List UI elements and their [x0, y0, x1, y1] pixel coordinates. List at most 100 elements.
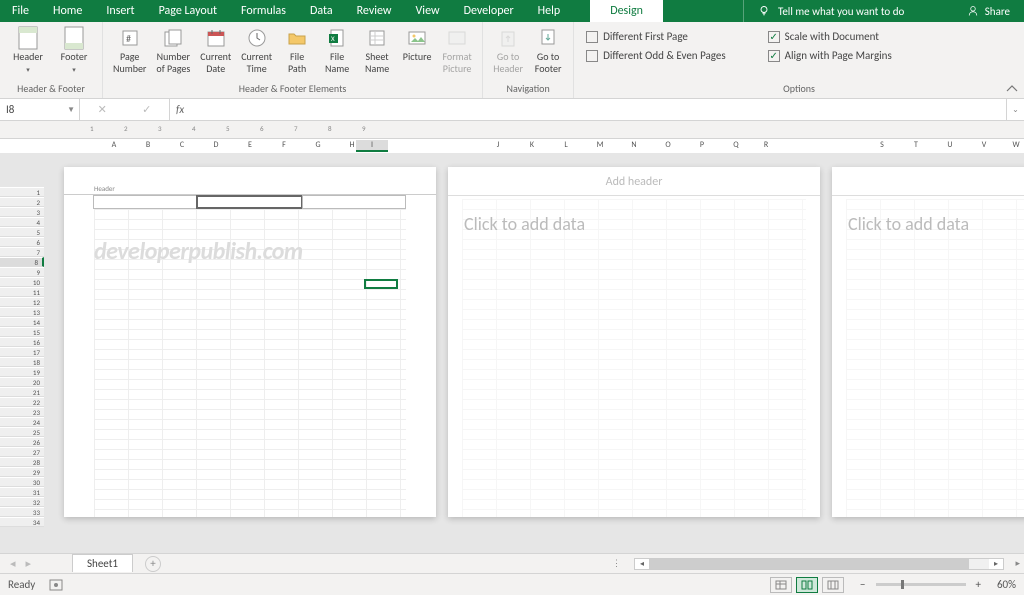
header-center[interactable] — [196, 195, 302, 209]
zoom-in-button[interactable]: + — [976, 578, 981, 591]
col-header-V[interactable]: V — [968, 140, 1000, 150]
tab-data[interactable]: Data — [298, 0, 345, 22]
diff-odd-even-checkbox[interactable]: Different Odd & Even Pages — [580, 46, 732, 65]
page-number-button[interactable]: #Page Number — [109, 24, 150, 80]
picture-button[interactable]: Picture — [398, 24, 436, 80]
tell-me-search[interactable]: Tell me what you want to do — [743, 0, 953, 22]
row-header-9[interactable]: 9 — [0, 267, 44, 277]
tab-page-layout[interactable]: Page Layout — [147, 0, 229, 22]
scale-with-doc-checkbox[interactable]: ✓Scale with Document — [762, 27, 898, 46]
tab-home[interactable]: Home — [41, 0, 94, 22]
align-margins-checkbox[interactable]: ✓Align with Page Margins — [762, 46, 898, 65]
col-header-N[interactable]: N — [618, 140, 650, 150]
enter-icon[interactable]: ✓ — [142, 103, 151, 116]
row-header-21[interactable]: 21 — [0, 387, 44, 397]
col-header-B[interactable]: B — [132, 140, 164, 150]
scroll-thumb[interactable] — [649, 559, 969, 569]
col-header-Q[interactable]: Q — [720, 140, 752, 150]
page-2[interactable]: Add header Click to add data — [448, 167, 820, 517]
row-header-16[interactable]: 16 — [0, 337, 44, 347]
row-header-8[interactable]: 8 — [0, 257, 44, 267]
fx-label[interactable]: fx — [170, 99, 190, 120]
add-header-placeholder[interactable]: Add — [832, 167, 1024, 195]
row-header-15[interactable]: 15 — [0, 327, 44, 337]
add-header-placeholder[interactable]: Add header — [448, 167, 820, 195]
sheet-tab-1[interactable]: Sheet1 — [72, 554, 133, 572]
next-sheet-icon[interactable]: ▸ — [26, 557, 32, 570]
tab-view[interactable]: View — [404, 0, 452, 22]
current-time-button[interactable]: Current Time — [237, 24, 276, 80]
header-right[interactable] — [302, 195, 406, 209]
row-header-30[interactable]: 30 — [0, 477, 44, 487]
header-sections[interactable] — [64, 195, 436, 209]
col-header-F[interactable]: F — [268, 140, 300, 150]
cell-grid[interactable] — [462, 199, 806, 517]
col-header-I[interactable]: I — [356, 140, 388, 152]
goto-footer-button[interactable]: Go to Footer — [529, 24, 567, 80]
row-header-20[interactable]: 20 — [0, 377, 44, 387]
row-header-18[interactable]: 18 — [0, 357, 44, 367]
col-header-P[interactable]: P — [686, 140, 718, 150]
share-button[interactable]: Share — [953, 0, 1024, 22]
header-left[interactable] — [93, 195, 197, 209]
add-data-placeholder[interactable]: Click to add data — [448, 201, 585, 235]
col-header-L[interactable]: L — [550, 140, 582, 150]
page-break-view-button[interactable] — [822, 577, 844, 593]
page-1[interactable]: Header developerpublish.com — [64, 167, 436, 517]
zoom-level[interactable]: 60% — [997, 578, 1016, 591]
col-header-S[interactable]: S — [866, 140, 898, 150]
tab-design[interactable]: Design — [590, 0, 663, 22]
number-of-pages-button[interactable]: Number of Pages — [152, 24, 194, 80]
name-box[interactable]: I8 ▼ — [0, 99, 80, 120]
page-3[interactable]: Add Click to add data — [832, 167, 1024, 517]
row-header-23[interactable]: 23 — [0, 407, 44, 417]
sheet-nav-arrows[interactable]: ◂ ▸ — [0, 557, 72, 570]
row-header-28[interactable]: 28 — [0, 457, 44, 467]
row-header-4[interactable]: 4 — [0, 217, 44, 227]
row-header-6[interactable]: 6 — [0, 237, 44, 247]
tab-formulas[interactable]: Formulas — [229, 0, 298, 22]
row-header-5[interactable]: 5 — [0, 227, 44, 237]
current-date-button[interactable]: Current Date — [196, 24, 235, 80]
row-header-34[interactable]: 34 — [0, 517, 44, 527]
formula-input[interactable] — [190, 99, 1006, 120]
row-header-1[interactable]: 1 — [0, 187, 44, 197]
col-header-E[interactable]: E — [234, 140, 266, 150]
sheet-name-button[interactable]: Sheet Name — [358, 24, 396, 80]
tab-insert[interactable]: Insert — [94, 0, 146, 22]
row-header-14[interactable]: 14 — [0, 317, 44, 327]
row-header-3[interactable]: 3 — [0, 207, 44, 217]
normal-view-button[interactable] — [770, 577, 792, 593]
row-header-12[interactable]: 12 — [0, 297, 44, 307]
chevron-down-icon[interactable]: ▼ — [67, 105, 75, 115]
row-header-26[interactable]: 26 — [0, 437, 44, 447]
row-header-27[interactable]: 27 — [0, 447, 44, 457]
row-header-33[interactable]: 33 — [0, 507, 44, 517]
col-header-R[interactable]: R — [750, 140, 782, 150]
col-header-W[interactable]: W — [1000, 140, 1024, 150]
row-header-17[interactable]: 17 — [0, 347, 44, 357]
prev-sheet-icon[interactable]: ◂ — [10, 557, 16, 570]
scroll-right-icon[interactable]: ▸ — [989, 559, 1003, 569]
tab-review[interactable]: Review — [345, 0, 404, 22]
cell-grid[interactable] — [846, 199, 1024, 517]
row-header-2[interactable]: 2 — [0, 197, 44, 207]
page-layout-view-button[interactable] — [796, 577, 818, 593]
row-header-10[interactable]: 10 — [0, 277, 44, 287]
row-header-29[interactable]: 29 — [0, 467, 44, 477]
add-data-placeholder[interactable]: Click to add data — [832, 201, 969, 235]
macro-record-icon[interactable] — [49, 579, 63, 591]
selected-cell[interactable] — [364, 279, 398, 289]
row-header-13[interactable]: 13 — [0, 307, 44, 317]
scroll-track[interactable] — [649, 559, 989, 569]
col-header-C[interactable]: C — [166, 140, 198, 150]
col-header-J[interactable]: J — [482, 140, 514, 150]
tab-help[interactable]: Help — [526, 0, 573, 22]
zoom-out-button[interactable]: − — [860, 578, 865, 591]
file-path-button[interactable]: File Path — [278, 24, 316, 80]
col-header-T[interactable]: T — [900, 140, 932, 150]
cancel-icon[interactable]: ✕ — [98, 103, 107, 116]
horizontal-scrollbar[interactable]: ◂ ▸ — [634, 558, 1004, 570]
zoom-knob[interactable] — [901, 580, 904, 589]
col-header-U[interactable]: U — [934, 140, 966, 150]
